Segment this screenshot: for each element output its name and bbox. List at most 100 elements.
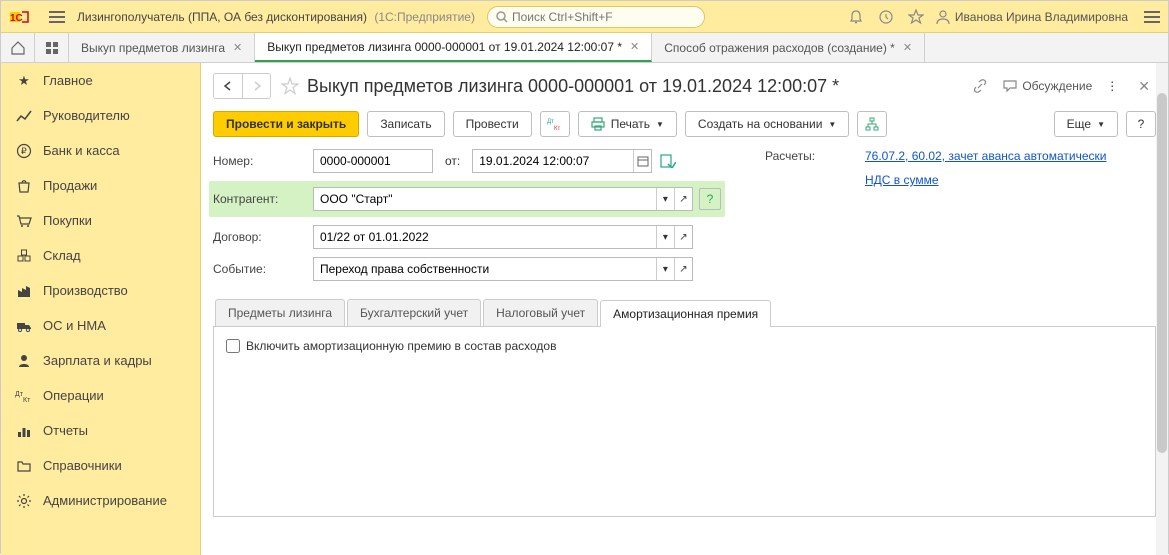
sidebar: ★ Главное Руководителю ₽ Банк и касса Пр…	[1, 63, 201, 555]
dtkt-icon: ДтКт	[547, 117, 563, 131]
print-button[interactable]: Печать ▼	[578, 111, 677, 137]
sidebar-item-reports[interactable]: Отчеты	[1, 413, 200, 448]
boxes-icon	[13, 248, 35, 264]
sidebar-item-admin[interactable]: Администрирование	[1, 483, 200, 518]
history-icon[interactable]	[873, 4, 899, 30]
link-icon[interactable]	[972, 78, 992, 94]
dropdown-icon[interactable]: ▾	[656, 258, 674, 280]
contract-label: Договор:	[213, 230, 313, 244]
chart-line-icon	[13, 108, 35, 124]
vertical-scrollbar[interactable]	[1156, 63, 1168, 555]
sidebar-item-operations[interactable]: ДтКт Операции	[1, 378, 200, 413]
sidebar-item-label: Главное	[43, 73, 93, 88]
svg-text:1С: 1С	[10, 13, 23, 24]
subtab-leasing-items[interactable]: Предметы лизинга	[215, 299, 345, 326]
number-field[interactable]	[313, 149, 433, 173]
sidebar-item-main[interactable]: ★ Главное	[1, 63, 200, 98]
open-icon[interactable]: ↗	[674, 188, 692, 210]
sidebar-item-purchases[interactable]: Покупки	[1, 203, 200, 238]
include-bonus-checkbox[interactable]	[226, 339, 240, 353]
date-input[interactable]	[473, 150, 633, 172]
field-help-icon[interactable]: ?	[699, 188, 721, 210]
calc-link[interactable]: 76.07.2, 60.02, зачет аванса автоматичес…	[865, 149, 1106, 163]
save-button[interactable]: Записать	[367, 111, 444, 137]
sidebar-item-production[interactable]: Производство	[1, 273, 200, 308]
scrollbar-thumb[interactable]	[1157, 93, 1167, 453]
help-button[interactable]: ?	[1126, 111, 1156, 137]
close-icon[interactable]: ✕	[630, 40, 639, 53]
kebab-menu[interactable]: ⋮	[1102, 79, 1122, 93]
post-close-button[interactable]: Провести и закрыть	[213, 111, 359, 137]
contract-input[interactable]	[314, 226, 656, 248]
sidebar-item-bank[interactable]: ₽ Банк и касса	[1, 133, 200, 168]
sidebar-item-label: Операции	[43, 388, 104, 403]
tab-1[interactable]: Выкуп предметов лизинга 0000-000001 от 1…	[255, 33, 652, 62]
close-icon[interactable]: ✕	[903, 41, 912, 54]
nav-forward-button	[242, 74, 270, 98]
sections-tab[interactable]	[35, 33, 69, 62]
contract-field[interactable]: ▾ ↗	[313, 225, 693, 249]
sidebar-item-label: ОС и НМА	[43, 318, 106, 333]
counterparty-field[interactable]: ▾ ↗	[313, 187, 693, 211]
window-menu-icon[interactable]	[1140, 5, 1164, 29]
discuss-button[interactable]: Обсуждение	[1002, 78, 1092, 94]
gear-icon	[13, 493, 35, 509]
sidebar-item-label: Продажи	[43, 178, 97, 193]
date-field[interactable]	[472, 149, 652, 173]
open-icon[interactable]: ↗	[674, 226, 692, 248]
favorite-star-icon[interactable]	[281, 77, 299, 95]
user-info[interactable]: Иванова Ирина Владимировна	[935, 9, 1128, 25]
svg-text:₽: ₽	[21, 146, 27, 156]
svg-text:Дт: Дт	[547, 119, 554, 125]
number-input[interactable]	[314, 150, 432, 172]
close-page-button[interactable]: ✕	[1132, 78, 1156, 95]
sidebar-item-manager[interactable]: Руководителю	[1, 98, 200, 133]
nav-back-button[interactable]	[214, 74, 242, 98]
subtab-accounting[interactable]: Бухгалтерский учет	[347, 299, 481, 326]
tab-label: Способ отражения расходов (создание) *	[664, 41, 895, 55]
open-icon[interactable]: ↗	[674, 258, 692, 280]
global-search[interactable]	[487, 6, 705, 28]
chat-icon	[1002, 78, 1018, 94]
sidebar-item-label: Склад	[43, 248, 81, 263]
sidebar-item-label: Покупки	[43, 213, 92, 228]
counterparty-input[interactable]	[314, 188, 656, 210]
sidebar-item-catalogs[interactable]: Справочники	[1, 448, 200, 483]
star-header-icon[interactable]	[903, 4, 929, 30]
tab-2[interactable]: Способ отражения расходов (создание) * ✕	[652, 33, 925, 62]
more-button[interactable]: Еще ▼	[1054, 111, 1118, 137]
sidebar-item-salary[interactable]: Зарплата и кадры	[1, 343, 200, 378]
sidebar-item-label: Банк и касса	[43, 143, 120, 158]
search-input[interactable]	[512, 10, 692, 24]
app-logo: 1С	[9, 7, 37, 27]
bag-icon	[13, 178, 35, 194]
home-tab[interactable]	[1, 33, 35, 62]
tab-0[interactable]: Выкуп предметов лизинга ✕	[69, 33, 255, 62]
sidebar-item-sales[interactable]: Продажи	[1, 168, 200, 203]
bell-icon[interactable]	[843, 4, 869, 30]
star-icon: ★	[13, 73, 35, 89]
movements-button[interactable]: ДтКт	[540, 111, 570, 137]
post-button[interactable]: Провести	[453, 111, 532, 137]
structure-button[interactable]	[857, 111, 887, 137]
create-based-button[interactable]: Создать на основании ▼	[685, 111, 849, 137]
dropdown-icon[interactable]: ▾	[656, 188, 674, 210]
subtab-tax[interactable]: Налоговый учет	[483, 299, 598, 326]
bars-icon	[13, 423, 35, 439]
event-field[interactable]: ▾ ↗	[313, 257, 693, 281]
calendar-icon[interactable]	[633, 150, 651, 172]
ruble-icon: ₽	[13, 143, 35, 159]
sidebar-item-label: Справочники	[43, 458, 122, 473]
vat-link[interactable]: НДС в сумме	[865, 173, 939, 187]
event-input[interactable]	[314, 258, 656, 280]
sidebar-item-warehouse[interactable]: Склад	[1, 238, 200, 273]
person-icon	[13, 353, 35, 369]
subtab-bonus[interactable]: Амортизационная премия	[600, 300, 771, 327]
sidebar-item-label: Производство	[43, 283, 128, 298]
structure-icon	[865, 117, 879, 131]
factory-icon	[13, 283, 35, 299]
sidebar-item-assets[interactable]: ОС и НМА	[1, 308, 200, 343]
dropdown-icon[interactable]: ▾	[656, 226, 674, 248]
menu-icon[interactable]	[45, 5, 69, 29]
close-icon[interactable]: ✕	[233, 41, 242, 54]
